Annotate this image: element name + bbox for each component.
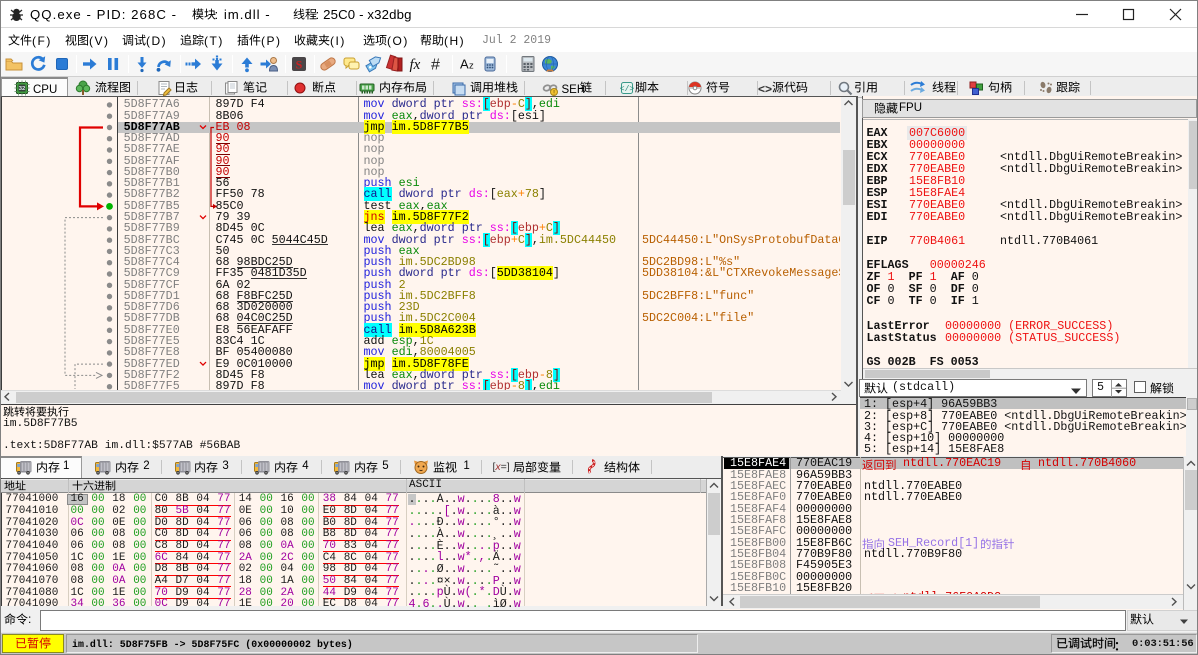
svg-text:</>: </>	[620, 85, 635, 94]
svg-text:S: S	[296, 58, 303, 72]
svg-text:#: #	[431, 57, 440, 74]
svg-text:fx: fx	[410, 57, 421, 73]
svg-text:32: 32	[19, 86, 25, 92]
svg-text:z: z	[469, 61, 474, 72]
svg-text:A: A	[460, 57, 469, 72]
